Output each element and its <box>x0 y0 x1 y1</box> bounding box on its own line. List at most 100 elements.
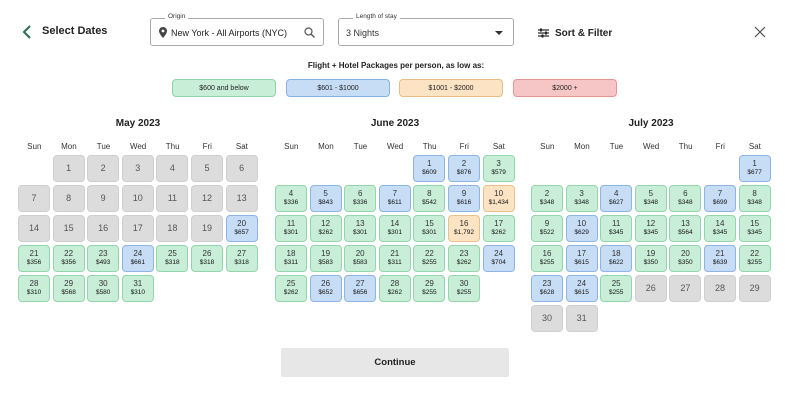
calendar-day[interactable]: 15 <box>52 215 85 242</box>
calendar-day[interactable]: 20 $657 <box>225 215 258 242</box>
calendar-day[interactable]: 30 $580 <box>87 275 120 302</box>
calendar-day[interactable]: 22 $356 <box>52 245 85 272</box>
calendar-day[interactable]: 10 <box>121 185 154 212</box>
calendar-day[interactable]: 26 $652 <box>309 275 342 302</box>
calendar-day[interactable]: 24 $615 <box>565 275 598 302</box>
calendar-day[interactable]: 8 $348 <box>738 185 771 212</box>
calendar-day[interactable]: 24 $661 <box>121 245 154 272</box>
calendar-day[interactable]: 27 $656 <box>344 275 377 302</box>
calendar-day[interactable]: 9 <box>87 185 120 212</box>
calendar-day[interactable]: 1 $609 <box>413 155 446 182</box>
calendar-day[interactable]: 4 $336 <box>275 185 307 212</box>
day-number: 1 <box>752 159 757 168</box>
calendar-day[interactable]: 22 $255 <box>738 245 771 272</box>
search-icon[interactable] <box>304 27 315 38</box>
sort-filter-button[interactable]: Sort & Filter <box>538 26 612 40</box>
calendar-day[interactable]: 4 <box>156 155 189 182</box>
chevron-left-icon[interactable] <box>20 24 36 40</box>
calendar-day[interactable]: 28 <box>704 275 736 302</box>
origin-field[interactable]: Origin New York - All Airports (NYC) <box>150 13 324 46</box>
calendar-day[interactable]: 15 $301 <box>413 215 446 242</box>
calendar-day[interactable]: 19 $350 <box>634 245 667 272</box>
calendar-day[interactable]: 1 $677 <box>738 155 771 182</box>
calendar-day[interactable]: 25 $318 <box>156 245 189 272</box>
calendar-day[interactable]: 13 $564 <box>669 215 702 242</box>
calendar-day[interactable]: 31 <box>565 305 598 332</box>
calendar-day[interactable]: 25 $255 <box>600 275 633 302</box>
calendar-day[interactable]: 18 $311 <box>275 245 307 272</box>
calendar-day[interactable]: 3 <box>121 155 154 182</box>
calendar-day[interactable]: 16 <box>87 215 120 242</box>
calendar-day[interactable]: 12 <box>191 185 223 212</box>
close-icon[interactable] <box>754 26 766 38</box>
calendar-day[interactable]: 11 <box>156 185 189 212</box>
calendar-day[interactable]: 14 $301 <box>378 215 411 242</box>
calendar-day[interactable]: 29 $568 <box>52 275 85 302</box>
calendar-day[interactable]: 31 $310 <box>121 275 154 302</box>
calendar-day[interactable]: 6 $348 <box>669 185 702 212</box>
calendar-day[interactable]: 7 <box>18 185 50 212</box>
calendar-day[interactable]: 4 $627 <box>600 185 633 212</box>
calendar-day[interactable]: 16 $255 <box>531 245 563 272</box>
calendar-day[interactable]: 18 <box>156 215 189 242</box>
calendar-day[interactable]: 2 $876 <box>448 155 480 182</box>
calendar-day[interactable]: 27 <box>669 275 702 302</box>
calendar-day[interactable]: 7 $699 <box>704 185 736 212</box>
calendar-day[interactable]: 10 $629 <box>565 215 598 242</box>
calendar-day[interactable]: 26 $318 <box>191 245 223 272</box>
calendar-day[interactable]: 1 <box>52 155 85 182</box>
calendar-day[interactable]: 13 <box>225 185 258 212</box>
calendar-day[interactable]: 20 $350 <box>669 245 702 272</box>
calendar-day[interactable]: 22 $255 <box>413 245 446 272</box>
calendar-day[interactable]: 21 $639 <box>704 245 736 272</box>
calendar-day[interactable]: 26 <box>634 275 667 302</box>
calendar-day[interactable]: 11 $345 <box>600 215 633 242</box>
calendar-day[interactable]: 29 $255 <box>413 275 446 302</box>
calendar-day[interactable]: 6 <box>225 155 258 182</box>
calendar-day[interactable]: 17 $615 <box>565 245 598 272</box>
calendar-day[interactable]: 30 $255 <box>448 275 480 302</box>
calendar-day[interactable]: 5 $348 <box>634 185 667 212</box>
calendar-day[interactable]: 8 $542 <box>413 185 446 212</box>
calendar-day[interactable]: 5 $843 <box>309 185 342 212</box>
calendar-day[interactable]: 14 $345 <box>704 215 736 242</box>
calendar-day[interactable]: 20 $583 <box>344 245 377 272</box>
calendar-day[interactable]: 23 $493 <box>87 245 120 272</box>
calendar-day[interactable]: 23 $262 <box>448 245 480 272</box>
calendar-day[interactable]: 16 $1,792 <box>448 215 480 242</box>
calendar-day[interactable]: 17 <box>121 215 154 242</box>
calendar-day[interactable]: 11 $301 <box>275 215 307 242</box>
calendar-day[interactable]: 29 <box>738 275 771 302</box>
calendar-day[interactable]: 3 $579 <box>482 155 515 182</box>
calendar-day[interactable]: 13 $301 <box>344 215 377 242</box>
calendar-day[interactable]: 9 $616 <box>448 185 480 212</box>
calendar-day[interactable]: 21 $311 <box>378 245 411 272</box>
calendar-day[interactable]: 2 $348 <box>531 185 563 212</box>
calendar-day[interactable]: 12 $345 <box>634 215 667 242</box>
calendar-day[interactable]: 7 $611 <box>378 185 411 212</box>
calendar-day[interactable]: 18 $622 <box>600 245 633 272</box>
calendar-day[interactable]: 10 $1,434 <box>482 185 515 212</box>
calendar-day[interactable]: 5 <box>191 155 223 182</box>
calendar-day[interactable]: 2 <box>87 155 120 182</box>
calendar-day[interactable]: 21 $356 <box>18 245 50 272</box>
continue-button[interactable]: Continue <box>281 348 509 377</box>
calendar-day[interactable]: 6 $336 <box>344 185 377 212</box>
calendar-day[interactable]: 15 $345 <box>738 215 771 242</box>
calendar-day[interactable]: 27 $318 <box>225 245 258 272</box>
calendar-day[interactable]: 12 $262 <box>309 215 342 242</box>
calendar-day[interactable]: 24 $704 <box>482 245 515 272</box>
calendar-day[interactable]: 17 $262 <box>482 215 515 242</box>
calendar-day[interactable]: 23 $628 <box>531 275 563 302</box>
calendar-day[interactable]: 30 <box>531 305 563 332</box>
calendar-day[interactable]: 14 <box>18 215 50 242</box>
calendar-day[interactable]: 3 $348 <box>565 185 598 212</box>
calendar-day[interactable]: 28 $310 <box>18 275 50 302</box>
calendar-day[interactable]: 19 <box>191 215 223 242</box>
calendar-day[interactable]: 19 $583 <box>309 245 342 272</box>
calendar-day[interactable]: 9 $522 <box>531 215 563 242</box>
calendar-day[interactable]: 28 $262 <box>378 275 411 302</box>
calendar-day[interactable]: 8 <box>52 185 85 212</box>
length-of-stay-select[interactable]: Length of stay 3 Nights <box>338 13 514 46</box>
calendar-day[interactable]: 25 $262 <box>275 275 307 302</box>
